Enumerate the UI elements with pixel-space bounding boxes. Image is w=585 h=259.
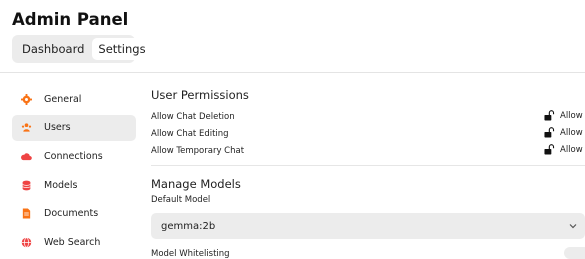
tab-settings[interactable]: Settings <box>92 38 152 60</box>
permission-row: Allow Temporary Chat Allow <box>151 142 585 159</box>
sidebar-item-models[interactable]: Models <box>12 172 136 198</box>
sidebar-item-label: Connections <box>44 150 103 162</box>
sidebar-item-label: Models <box>44 179 78 191</box>
settings-sidebar: General Users Connections Models Documen… <box>12 86 136 258</box>
sidebar-item-label: Users <box>44 122 71 134</box>
header-divider <box>0 72 585 73</box>
sidebar-item-connections[interactable]: Connections <box>12 143 136 169</box>
manage-models-title: Manage Models <box>151 177 241 191</box>
database-icon <box>22 180 31 190</box>
section-divider <box>151 165 585 166</box>
gear-icon <box>21 93 32 105</box>
sidebar-item-label: Documents <box>44 208 99 220</box>
sidebar-item-label: General <box>44 93 82 105</box>
cloud-icon <box>21 153 32 161</box>
unlock-icon <box>544 144 555 155</box>
default-model-select[interactable]: gemma:2b <box>151 213 585 239</box>
permission-toggle[interactable]: Allow <box>544 110 583 121</box>
tab-bar: Dashboard Settings <box>12 35 152 63</box>
permission-value: Allow <box>560 110 583 121</box>
page-title: Admin Panel <box>12 10 129 29</box>
chevron-down-icon <box>569 224 577 229</box>
permissions-list: Allow Chat Deletion Allow Allow Chat Edi… <box>151 108 585 159</box>
tab-dashboard[interactable]: Dashboard <box>16 38 90 60</box>
permission-toggle[interactable]: Allow <box>544 144 583 155</box>
globe-icon <box>21 237 32 248</box>
permission-toggle[interactable]: Allow <box>544 127 583 138</box>
users-icon <box>21 123 32 132</box>
permission-label: Allow Chat Deletion <box>151 111 235 122</box>
permission-value: Allow <box>560 127 583 138</box>
sidebar-item-label: Web Search <box>44 236 101 248</box>
sidebar-item-web-search[interactable]: Web Search <box>12 229 136 255</box>
permission-value: Allow <box>560 144 583 155</box>
sidebar-item-general[interactable]: General <box>12 86 136 112</box>
default-model-label: Default Model <box>151 195 211 205</box>
sidebar-item-documents[interactable]: Documents <box>12 201 136 227</box>
default-model-value: gemma:2b <box>161 220 216 232</box>
user-permissions-title: User Permissions <box>151 88 249 102</box>
permission-label: Allow Chat Editing <box>151 128 229 139</box>
permission-label: Allow Temporary Chat <box>151 145 245 156</box>
permission-row: Allow Chat Deletion Allow <box>151 108 585 125</box>
model-whitelisting-toggle[interactable] <box>564 247 585 259</box>
document-icon <box>22 208 31 219</box>
unlock-icon <box>544 127 555 138</box>
permission-row: Allow Chat Editing Allow <box>151 125 585 142</box>
unlock-icon <box>544 110 555 121</box>
sidebar-item-users[interactable]: Users <box>12 114 136 141</box>
